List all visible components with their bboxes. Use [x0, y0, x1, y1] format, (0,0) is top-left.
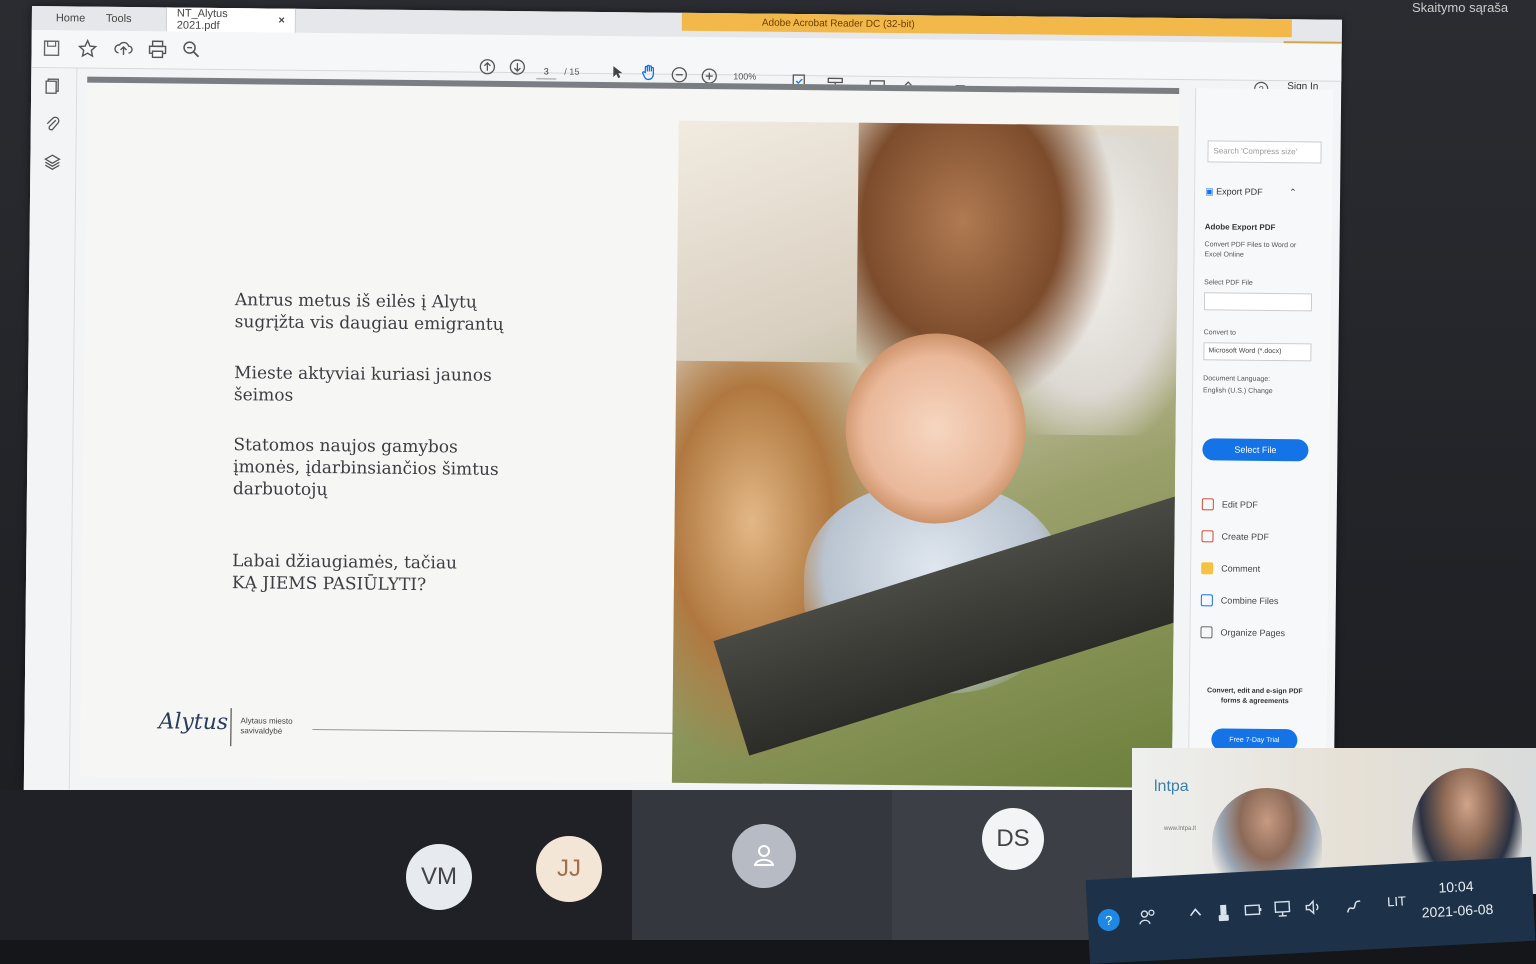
page-total: / 15	[564, 66, 580, 77]
lntpa-logo: lntpa	[1154, 778, 1189, 795]
tool-combine-files[interactable]: Combine Files	[1200, 594, 1279, 607]
usb-icon[interactable]	[1217, 903, 1230, 927]
doc-language-label: Document Language:	[1203, 375, 1271, 383]
upload-icon[interactable]	[111, 37, 135, 61]
organize-pages-icon	[1200, 626, 1213, 639]
convert-description: Convert PDF Files to Word or Excel Onlin…	[1204, 241, 1297, 259]
document-tab-label: NT_Alytus 2021.pdf	[176, 7, 228, 32]
clock-time[interactable]: 10:04	[1438, 878, 1474, 896]
combine-files-icon	[1200, 594, 1213, 607]
help-icon[interactable]: ?	[1097, 908, 1121, 932]
pdf-page: Antrus metus iš eilės į Alytų sugrįžta v…	[79, 76, 1180, 788]
people-icon[interactable]	[1137, 906, 1158, 930]
save-icon[interactable]	[39, 36, 63, 60]
user-avatar-icon[interactable]	[732, 824, 796, 888]
create-pdf-icon	[1201, 530, 1214, 543]
avatar-vm[interactable]: VM	[406, 844, 472, 910]
star-icon[interactable]	[75, 36, 99, 60]
footer-rule	[312, 728, 733, 735]
screen-photo: Skaitymo sąraša Home Tools NT_Alytus 202…	[0, 0, 1536, 964]
right-tools-panel: Search 'Compress size' ▣ Export PDF ⌃ Ad…	[1187, 88, 1334, 780]
tool-comment[interactable]: Comment	[1201, 562, 1260, 575]
edit-pdf-icon	[1201, 498, 1214, 511]
avatar-ds[interactable]: DS	[982, 808, 1044, 870]
paragraph-factories: Statomos naujos gamybos įmonės, įdarbins…	[232, 435, 499, 501]
promo-text: Convert, edit and e-sign PDF forms & agr…	[1207, 687, 1303, 706]
attachment-icon[interactable]	[41, 112, 65, 136]
alytus-logo: Alytus	[158, 709, 229, 736]
app-title: Adobe Acrobat Reader DC (32-bit)	[681, 12, 1292, 38]
cursor-icon[interactable]	[605, 60, 629, 84]
hand-icon[interactable]	[637, 60, 661, 84]
paragraph-question: Labai džiaugiamės, tačiau KĄ JIEMS PASIŪ…	[231, 551, 458, 596]
tab-document[interactable]: NT_Alytus 2021.pdf ×	[165, 7, 296, 33]
tools-search-input[interactable]: Search 'Compress size'	[1207, 140, 1322, 164]
clock-date[interactable]: 2021-06-08	[1421, 901, 1493, 921]
footer-org: Alytaus miesto savivaldybė	[240, 716, 293, 736]
family-photo	[671, 120, 1179, 788]
volume-icon[interactable]	[1303, 898, 1324, 920]
chevron-up-icon[interactable]: ⌃	[1289, 187, 1297, 197]
tool-organize-pages[interactable]: Organize Pages	[1200, 626, 1285, 639]
pages-icon[interactable]	[41, 74, 65, 98]
pen-tray-icon[interactable]	[1343, 896, 1364, 920]
language-indicator[interactable]: LIT	[1387, 893, 1407, 909]
print-icon[interactable]	[145, 37, 169, 61]
chevron-up-tray-icon[interactable]	[1187, 904, 1204, 924]
acrobat-window: Home Tools NT_Alytus 2021.pdf × Adobe Ac…	[23, 6, 1342, 832]
lntpa-url: www.lntpa.lt	[1164, 826, 1197, 832]
comment-tool-icon	[1201, 562, 1214, 575]
paragraph-emigrants: Antrus metus iš eilės į Alytų sugrįžta v…	[234, 290, 504, 335]
select-file-button[interactable]: Select File	[1202, 438, 1309, 462]
export-pdf-icon: ▣	[1205, 186, 1214, 197]
battery-icon[interactable]	[1243, 901, 1264, 921]
footer-divider	[230, 708, 232, 747]
tool-create-pdf[interactable]: Create PDF	[1201, 530, 1269, 543]
select-pdf-label: Select PDF File	[1204, 279, 1253, 287]
page-navigator: / 15	[536, 63, 580, 80]
pdf-file-field[interactable]	[1203, 292, 1313, 312]
paragraph-families: Mieste aktyviai kuriasi jaunos šeimos	[233, 363, 492, 406]
arrow-down-icon[interactable]	[505, 55, 529, 79]
zoom-select[interactable]: 100%	[733, 71, 756, 81]
arrow-up-icon[interactable]	[475, 55, 499, 79]
reading-list-label[interactable]: Skaitymo sąraša	[1412, 0, 1508, 15]
close-tab-icon[interactable]: ×	[278, 15, 285, 27]
export-pdf-header[interactable]: ▣ Export PDF ⌃	[1205, 186, 1297, 198]
tab-home[interactable]: Home	[46, 6, 96, 31]
network-icon[interactable]	[1273, 899, 1294, 921]
page-number-input[interactable]	[536, 63, 557, 80]
zoom-icon[interactable]	[179, 38, 203, 62]
avatar-jj[interactable]: JJ	[536, 836, 602, 902]
layers-icon[interactable]	[40, 150, 64, 174]
tool-edit-pdf[interactable]: Edit PDF	[1201, 498, 1258, 511]
tab-tools[interactable]: Tools	[96, 7, 142, 31]
adobe-export-title: Adobe Export PDF	[1204, 222, 1276, 233]
left-rail	[23, 67, 78, 819]
doc-language-value[interactable]: English (U.S.) Change	[1203, 386, 1313, 397]
convert-format-select[interactable]: Microsoft Word (*.docx)	[1203, 342, 1312, 362]
convert-to-label: Convert to	[1203, 329, 1236, 337]
